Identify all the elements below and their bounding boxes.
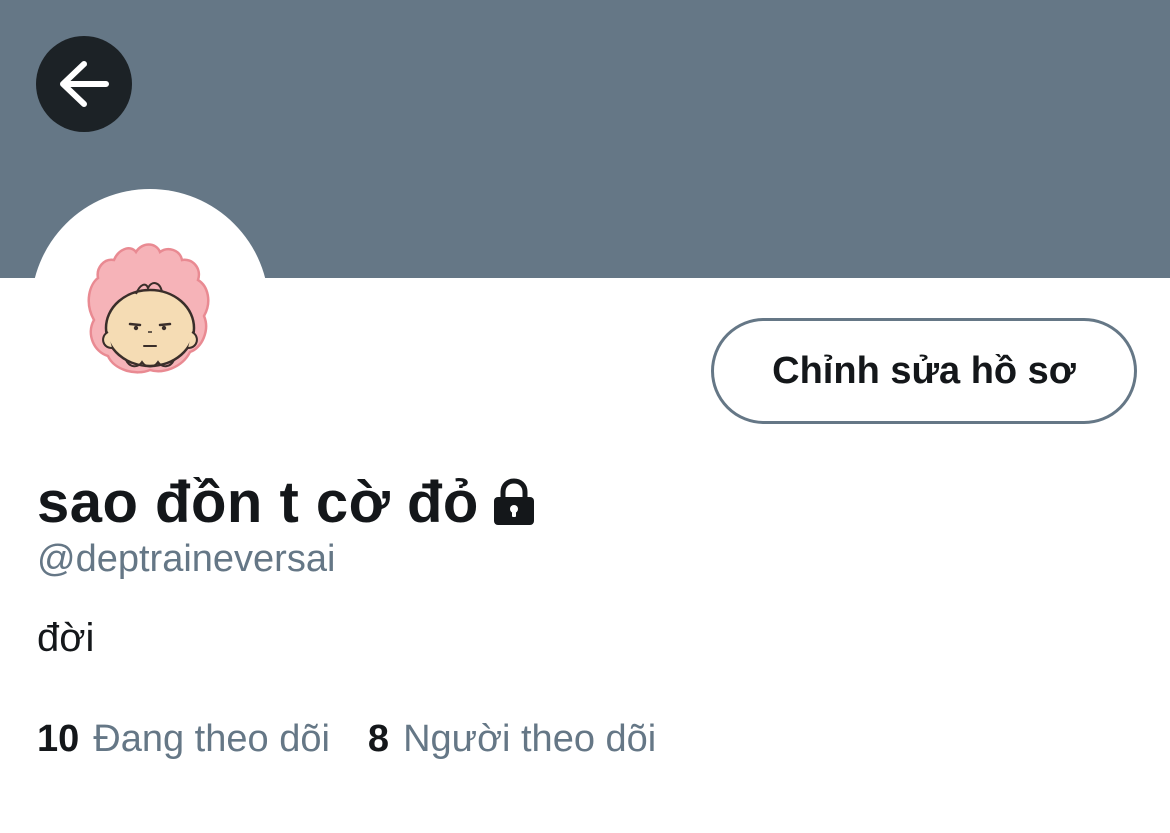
avatar[interactable]: [74, 232, 226, 384]
followers-count: 8: [367, 718, 390, 760]
profile-bio: đời: [37, 616, 95, 660]
follow-stats: 10 Đang theo dõi 8 Người theo dõi: [37, 718, 656, 761]
edit-profile-label: Chỉnh sửa hồ sơ: [772, 349, 1076, 392]
arrow-left-icon: [58, 61, 110, 107]
followers-stat[interactable]: 8 Người theo dõi: [368, 718, 656, 761]
lock-icon: [491, 478, 537, 526]
edit-profile-button[interactable]: Chỉnh sửa hồ sơ: [711, 318, 1137, 424]
followers-label: Người theo dõi: [403, 718, 657, 760]
username-handle: @deptraineversai: [37, 538, 336, 580]
following-count: 10: [37, 718, 80, 760]
back-button[interactable]: [36, 36, 132, 132]
following-label: Đang theo dõi: [93, 718, 330, 760]
cartoon-avatar-icon: [87, 243, 210, 374]
display-name: sao đồn t cờ đỏ: [37, 469, 479, 535]
display-name-row: sao đồn t cờ đỏ: [37, 462, 537, 542]
following-stat[interactable]: 10 Đang theo dõi: [37, 718, 330, 761]
